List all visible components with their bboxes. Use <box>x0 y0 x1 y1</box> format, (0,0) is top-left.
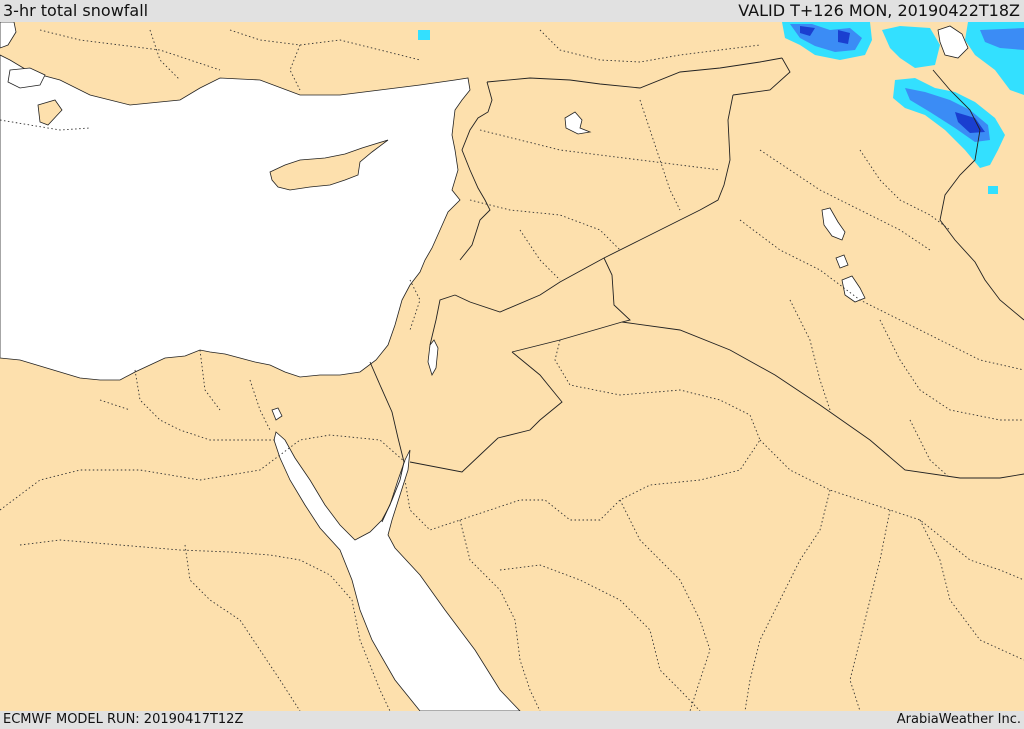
snow-patch-light-5 <box>418 30 430 40</box>
credit-label: ArabiaWeather Inc. <box>896 712 1021 727</box>
bottom-footer-bar: ECMWF MODEL RUN: 20190417T12Z ArabiaWeat… <box>0 711 1024 729</box>
weather-map <box>0 22 1024 711</box>
snow-patch-light-6 <box>988 186 998 194</box>
map-title: 3-hr total snowfall <box>3 1 149 20</box>
model-run-label: ECMWF MODEL RUN: 20190417T12Z <box>3 712 244 727</box>
valid-time-label: VALID T+126 MON, 20190422T18Z <box>738 1 1020 20</box>
top-title-bar: 3-hr total snowfall VALID T+126 MON, 201… <box>0 0 1024 22</box>
